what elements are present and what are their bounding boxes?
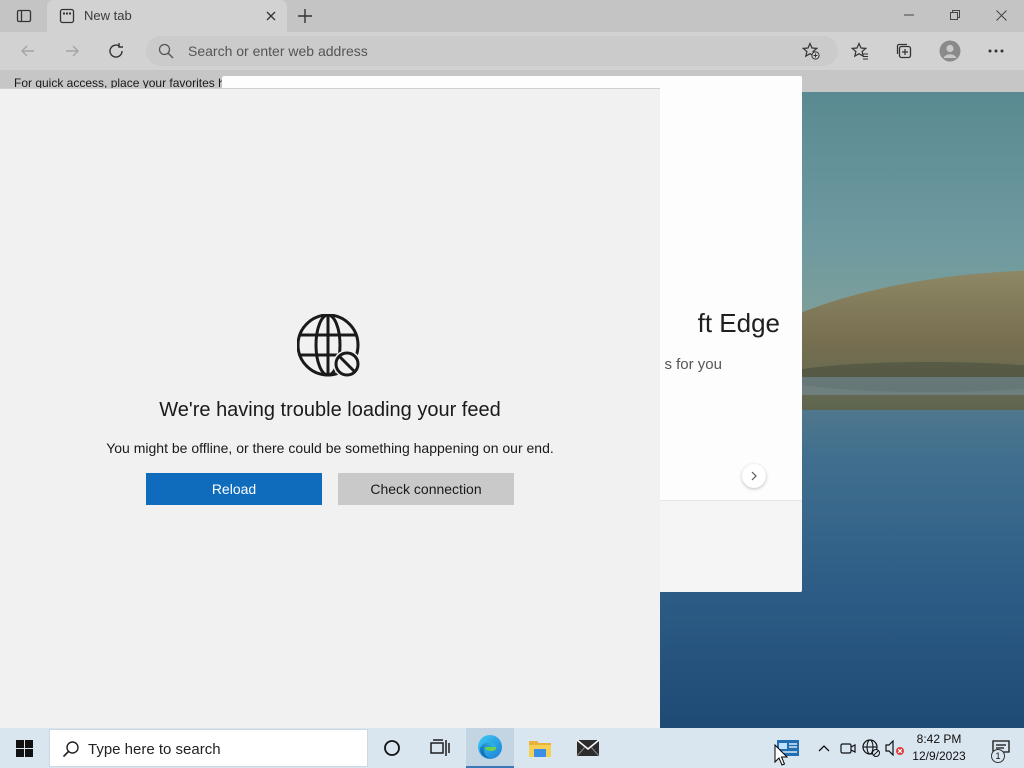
more-options-button[interactable] xyxy=(980,36,1012,66)
refresh-icon xyxy=(109,43,123,58)
address-placeholder: Search or enter web address xyxy=(188,43,368,59)
meet-now-icon xyxy=(840,743,856,754)
start-button[interactable] xyxy=(0,728,48,768)
volume-muted-icon xyxy=(885,740,904,756)
cortana-icon xyxy=(384,740,400,756)
window-close-icon xyxy=(995,9,1007,21)
feed-error-message: You might be offline, or there could be … xyxy=(106,440,554,456)
collections-button[interactable] xyxy=(888,36,920,66)
add-favorite-icon xyxy=(802,42,820,60)
forward-arrow-icon xyxy=(66,45,79,57)
collections-icon xyxy=(896,43,912,59)
close-icon xyxy=(266,11,276,21)
chevron-right-icon xyxy=(751,471,757,481)
taskbar-search-box[interactable]: Type here to search xyxy=(49,729,368,767)
file-explorer-icon xyxy=(529,741,551,757)
taskbar-clock-time[interactable]: 8:42 PM xyxy=(912,732,966,746)
mail-icon xyxy=(576,739,600,757)
navigation-bar: Search or enter web address xyxy=(0,32,1024,70)
network-status-button[interactable] xyxy=(861,738,881,758)
add-to-favorites-button[interactable] xyxy=(798,39,824,63)
file-explorer-taskbar-button[interactable] xyxy=(516,728,564,768)
plus-icon xyxy=(298,9,312,23)
tab-close-button[interactable] xyxy=(261,6,281,26)
chevron-up-icon xyxy=(818,745,830,752)
window-close-button[interactable] xyxy=(978,0,1024,30)
profile-button[interactable] xyxy=(934,36,966,66)
search-icon xyxy=(158,43,174,59)
mouse-cursor-icon xyxy=(774,744,788,766)
reload-button[interactable]: Reload xyxy=(146,473,322,505)
welcome-title-clip: ft Edge xyxy=(660,308,802,348)
welcome-next-button[interactable] xyxy=(742,464,766,488)
tab-title: New tab xyxy=(84,8,132,23)
welcome-footer xyxy=(660,501,802,592)
back-arrow-icon xyxy=(21,45,34,57)
taskbar-clock-date[interactable]: 12/9/2023 xyxy=(908,749,970,763)
new-tab-button[interactable] xyxy=(292,4,318,28)
new-tab-page-icon xyxy=(59,8,75,24)
welcome-title: ft Edge xyxy=(697,308,780,338)
windows-logo-icon xyxy=(15,739,33,757)
welcome-subtitle-clip: s for you xyxy=(660,356,802,378)
network-icon xyxy=(862,739,880,757)
forward-button[interactable] xyxy=(57,36,87,66)
minimize-icon xyxy=(904,14,914,16)
edge-icon xyxy=(478,735,502,759)
cortana-button[interactable] xyxy=(368,728,416,768)
refresh-button[interactable] xyxy=(101,36,131,66)
feed-error-title: We're having trouble loading your feed xyxy=(159,399,501,421)
volume-button[interactable] xyxy=(885,738,905,758)
address-bar[interactable]: Search or enter web address xyxy=(146,36,838,66)
globe-blocked-icon xyxy=(297,314,361,378)
meet-now-button[interactable] xyxy=(838,738,858,758)
restore-icon xyxy=(950,10,960,20)
tab-actions-icon xyxy=(16,9,32,23)
tab-actions-button[interactable] xyxy=(8,4,40,28)
task-view-icon xyxy=(430,739,450,756)
edge-taskbar-button[interactable] xyxy=(466,728,514,768)
tab-strip: New tab xyxy=(0,0,1024,32)
profile-icon xyxy=(939,40,961,62)
restore-button[interactable] xyxy=(932,0,978,30)
taskbar-search-placeholder: Type here to search xyxy=(88,741,221,758)
welcome-subtitle: s for you xyxy=(664,356,722,373)
search-icon xyxy=(62,741,79,758)
mail-taskbar-button[interactable] xyxy=(564,728,612,768)
favorites-icon xyxy=(851,42,868,60)
favorites-button[interactable] xyxy=(844,36,876,66)
minimize-button[interactable] xyxy=(886,0,932,30)
task-view-button[interactable] xyxy=(416,728,464,768)
notification-count-badge: 1 xyxy=(991,749,1005,763)
taskbar: Type here to search 8:42 PM 12/9/2023 1 xyxy=(0,728,1024,768)
tab-new-tab[interactable]: New tab xyxy=(47,0,287,32)
more-options-icon xyxy=(988,49,1004,53)
back-button[interactable] xyxy=(13,36,43,66)
feed-error-panel: We're having trouble loading your feed Y… xyxy=(0,88,660,728)
check-connection-button[interactable]: Check connection xyxy=(338,473,514,505)
show-hidden-icons-button[interactable] xyxy=(814,738,834,758)
